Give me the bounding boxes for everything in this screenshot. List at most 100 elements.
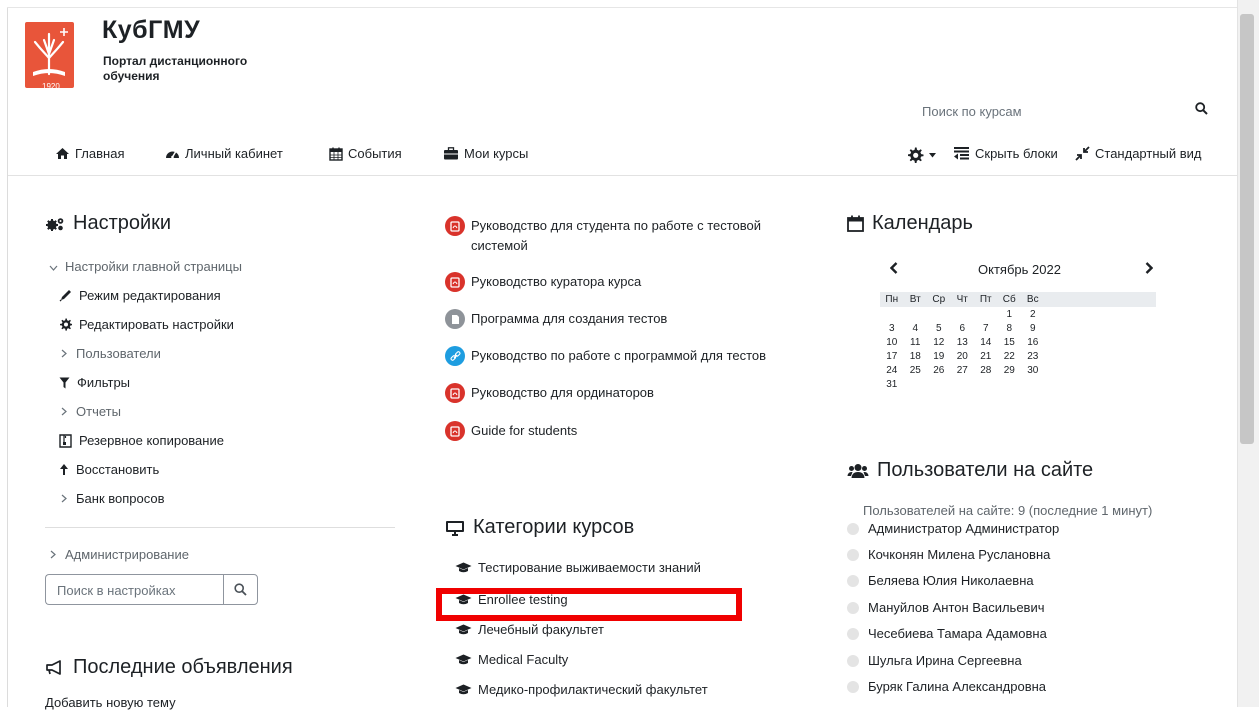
add-new-topic-link[interactable]: Добавить новую тему — [45, 695, 176, 710]
calendar-day[interactable]: 5 — [927, 321, 951, 335]
standard-view-button[interactable]: Стандартный вид — [1075, 146, 1201, 161]
calendar-day[interactable]: 6 — [951, 321, 975, 335]
calendar-day[interactable]: 20 — [951, 349, 975, 363]
tree-item-edit-settings[interactable]: Редактировать настройки — [59, 317, 234, 332]
calendar-day[interactable]: 21 — [974, 349, 998, 363]
site-title[interactable]: КубГМУ — [102, 16, 200, 45]
nav-events[interactable]: События — [329, 146, 402, 161]
calendar-day[interactable]: 17 — [880, 349, 904, 363]
online-user-name: Шульга Ирина Сергеевна — [868, 653, 1022, 668]
course-search-input[interactable]: Поиск по курсам — [922, 104, 1022, 119]
chevron-right-icon — [48, 548, 58, 562]
nav-home[interactable]: Главная — [55, 146, 124, 161]
hide-blocks-label: Скрыть блоки — [975, 146, 1058, 161]
site-logo[interactable] — [25, 22, 74, 88]
tree-item-label: Режим редактирования — [79, 288, 221, 303]
calendar-day[interactable]: 27 — [951, 363, 975, 377]
tree-item-users[interactable]: Пользователи — [59, 346, 161, 361]
hide-blocks-icon — [954, 147, 969, 160]
calendar-day[interactable]: 16 — [1021, 335, 1045, 349]
calendar-day — [1021, 377, 1045, 391]
calendar-day[interactable]: 26 — [927, 363, 951, 377]
calendar-day[interactable]: 15 — [998, 335, 1022, 349]
calendar-day[interactable]: 23 — [1021, 349, 1045, 363]
calendar-prev-month[interactable] — [889, 259, 898, 279]
tree-item-restore[interactable]: Восстановить — [59, 462, 159, 477]
resource-label: Руководство куратора курса — [471, 274, 642, 289]
online-user[interactable]: Администратор Администратор — [847, 521, 1059, 536]
tree-item-label: Отчеты — [76, 404, 121, 419]
category-item[interactable]: Medical Faculty — [455, 652, 568, 667]
online-user[interactable]: Шульга Ирина Сергеевна — [847, 653, 1022, 668]
calendar-day[interactable]: 13 — [951, 335, 975, 349]
category-item[interactable]: Медико-профилактический факультет — [455, 682, 708, 697]
calendar-day[interactable]: 4 — [904, 321, 928, 335]
online-user[interactable]: Чесебиева Тамара Адамовна — [847, 626, 1047, 641]
calendar-day[interactable]: 12 — [927, 335, 951, 349]
announcements-title-text: Последние объявления — [73, 656, 293, 678]
resource-label: Руководство для студента по работе с тес… — [471, 218, 762, 253]
resource-item[interactable]: Guide for students — [445, 421, 577, 441]
online-user[interactable]: Кочконян Милена Руслановна — [847, 547, 1050, 562]
resource-item[interactable]: Руководство для ординаторов — [445, 383, 654, 403]
calendar-day[interactable]: 30 — [1021, 363, 1045, 377]
graduation-cap-icon — [455, 684, 472, 695]
tree-front-page-settings[interactable]: Настройки главной страницы — [48, 259, 242, 274]
calendar-month[interactable]: Октябрь 2022 — [978, 262, 1061, 277]
calendar-day[interactable]: 7 — [974, 321, 998, 335]
nav-my-courses[interactable]: Мои курсы — [443, 146, 528, 161]
calendar-day[interactable]: 24 — [880, 363, 904, 377]
tree-item-label: Фильтры — [77, 375, 131, 390]
calendar-day[interactable]: 3 — [880, 321, 904, 335]
tree-front-page-settings-label: Настройки главной страницы — [65, 259, 242, 274]
settings-title-text: Настройки — [73, 212, 172, 234]
calendar-next-month[interactable] — [1145, 259, 1154, 279]
search-icon[interactable] — [1195, 102, 1208, 120]
resource-item[interactable]: Руководство куратора курса — [445, 272, 641, 292]
calendar-day[interactable]: 2 — [1021, 307, 1045, 321]
tree-item-edit-mode[interactable]: Режим редактирования — [59, 288, 221, 303]
tree-item-label: Редактировать настройки — [79, 317, 234, 332]
settings-menu-toggle[interactable] — [906, 146, 936, 164]
tree-item-reports[interactable]: Отчеты — [59, 404, 121, 419]
chevron-right-icon — [59, 347, 69, 361]
calendar-day[interactable]: 9 — [1021, 321, 1045, 335]
calendar-day[interactable]: 31 — [880, 377, 904, 391]
hide-blocks-button[interactable]: Скрыть блоки — [953, 146, 1058, 161]
calendar-day[interactable]: 18 — [904, 349, 928, 363]
calendar-day[interactable]: 19 — [927, 349, 951, 363]
settings-search-button[interactable] — [223, 574, 258, 605]
online-user[interactable]: Мануйлов Антон Васильевич — [847, 600, 1045, 615]
briefcase-icon — [444, 147, 458, 160]
resource-item[interactable]: Руководство по работе с программой для т… — [445, 346, 766, 366]
resource-label: Guide for students — [471, 423, 578, 438]
resource-item[interactable]: Руководство для студента по работе с тес… — [445, 216, 805, 256]
pdf-icon — [445, 216, 465, 236]
category-item[interactable]: Лечебный факультет — [455, 622, 604, 637]
calendar-day — [974, 307, 998, 321]
highlight-box — [436, 588, 742, 621]
calendar-day[interactable]: 28 — [974, 363, 998, 377]
online-user[interactable]: Буряк Галина Александровна — [847, 679, 1046, 694]
tree-administration[interactable]: Администрирование — [48, 547, 189, 562]
category-item[interactable]: Тестирование выживаемости знаний — [455, 560, 701, 575]
calendar-day[interactable]: 10 — [880, 335, 904, 349]
tree-item-filters[interactable]: Фильтры — [59, 375, 130, 390]
tree-item-question-bank[interactable]: Банк вопросов — [59, 491, 165, 506]
calendar-day[interactable]: 29 — [998, 363, 1022, 377]
calendar-day[interactable]: 1 — [998, 307, 1022, 321]
calendar-day[interactable]: 14 — [974, 335, 998, 349]
scrollbar-thumb[interactable] — [1240, 14, 1254, 444]
resource-label: Программа для создания тестов — [471, 311, 668, 326]
calendar-day[interactable]: 8 — [998, 321, 1022, 335]
nav-dashboard[interactable]: Личный кабинет — [165, 146, 283, 161]
calendar-day[interactable]: 11 — [904, 335, 928, 349]
desktop-icon — [446, 520, 464, 536]
calendar-day[interactable]: 22 — [998, 349, 1022, 363]
resource-item[interactable]: Программа для создания тестов — [445, 309, 667, 329]
pdf-icon — [445, 383, 465, 403]
online-user[interactable]: Беляева Юлия Николаевна — [847, 573, 1034, 588]
calendar-day[interactable]: 25 — [904, 363, 928, 377]
tree-item-backup[interactable]: Резервное копирование — [59, 433, 224, 448]
settings-search-input[interactable]: Поиск в настройках — [45, 574, 223, 605]
